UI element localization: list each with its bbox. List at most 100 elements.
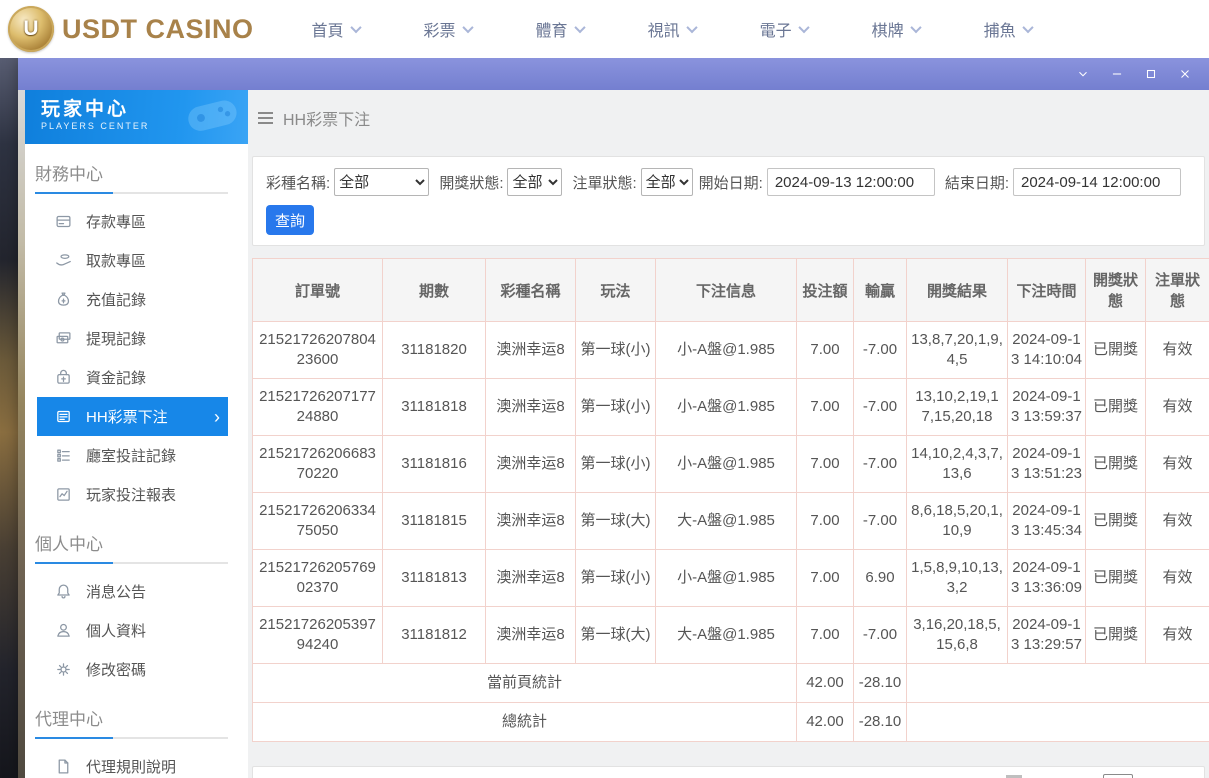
sidebar-item-document[interactable]: 代理規則說明 xyxy=(37,747,228,778)
lottery-name-select[interactable]: 全部 xyxy=(334,168,429,196)
funds-icon xyxy=(55,369,72,386)
gamepad-decoration-icon xyxy=(180,90,244,140)
summary-cell: -28.10 xyxy=(854,703,907,742)
sidebar-item-funds[interactable]: 資金記錄 xyxy=(37,358,228,397)
window-collapse-button[interactable] xyxy=(1075,66,1091,82)
table-cell: 13,8,7,20,1,9,4,5 xyxy=(907,322,1008,379)
table-cell: 第一球(小) xyxy=(576,322,656,379)
table-cell: 小-A盤@1.985 xyxy=(656,322,797,379)
sidebar-section-heading: 個人中心 xyxy=(35,530,228,555)
table-cell: 小-A盤@1.985 xyxy=(656,550,797,607)
table-cell: 小-A盤@1.985 xyxy=(656,436,797,493)
window-titlebar xyxy=(18,58,1209,90)
page-jump-input[interactable] xyxy=(1103,774,1133,778)
table-cell: 3,16,20,18,5,15,6,8 xyxy=(907,607,1008,664)
table-row: 215217262071772488031181818澳洲幸运8第一球(小)小-… xyxy=(253,379,1209,436)
search-button[interactable]: 查詢 xyxy=(266,205,314,235)
table-cell: 2152172620717724880 xyxy=(253,379,383,436)
table-cell: 31181812 xyxy=(383,607,486,664)
table-row: 215217262078042360031181820澳洲幸运8第一球(小)小-… xyxy=(253,322,1209,379)
sidebar-header: 玩家中心 PLAYERS CENTER xyxy=(25,90,248,144)
table-cell: 7.00 xyxy=(797,379,854,436)
window-close-button[interactable] xyxy=(1177,66,1193,82)
table-cell: 第一球(小) xyxy=(576,550,656,607)
table-cell: 2024-09-13 13:51:23 xyxy=(1008,436,1086,493)
summary-cell: 42.00 xyxy=(797,703,854,742)
table-cell: 澳洲幸运8 xyxy=(486,436,576,493)
sidebar-item-label: 消息公告 xyxy=(86,581,146,602)
nav-item[interactable]: 視訊 xyxy=(648,17,696,41)
nav-item[interactable]: 捕魚 xyxy=(984,17,1032,41)
table-cell: 已開獎 xyxy=(1086,493,1146,550)
sidebar-item-gear[interactable]: 修改密碼 xyxy=(37,650,228,689)
sidebar-item-bell[interactable]: 消息公告 xyxy=(37,572,228,611)
jump-label-before: 第 xyxy=(1081,775,1096,778)
sidebar-item-user[interactable]: 個人資料 xyxy=(37,611,228,650)
order-status-select[interactable]: 全部 xyxy=(641,168,693,196)
nav-item-label: 電子 xyxy=(760,17,792,41)
table-body: 215217262078042360031181820澳洲幸运8第一球(小)小-… xyxy=(253,322,1209,742)
table-cell: 2152172620780423600 xyxy=(253,322,383,379)
nav-item[interactable]: 彩票 xyxy=(424,17,472,41)
site-top-nav: U USDT CASINO 首頁 彩票 體育 視訊 電子 棋牌 捕魚 xyxy=(0,0,1209,58)
table-row: 215217262053979424031181812澳洲幸运8第一球(大)大-… xyxy=(253,607,1209,664)
table-cell: 1,5,8,9,10,13,3,2 xyxy=(907,550,1008,607)
nav-item[interactable]: 首頁 xyxy=(312,17,360,41)
table-cell: 2152172620633475050 xyxy=(253,493,383,550)
jump-link[interactable]: 跳转 xyxy=(1162,775,1192,778)
sidebar-item-banknotes[interactable]: 提現記錄 xyxy=(37,319,228,358)
column-header: 輸贏 xyxy=(854,259,907,322)
minimize-icon xyxy=(1110,67,1124,81)
chevron-down-icon xyxy=(574,22,585,33)
sidebar-item-report-chart[interactable]: 玩家投注報表 xyxy=(37,475,228,514)
chevron-down-icon xyxy=(350,22,361,33)
summary-row: 當前頁統計42.00-28.10 xyxy=(253,664,1209,703)
first-page-link[interactable]: 首页 xyxy=(917,775,947,778)
logo-letter: U xyxy=(23,17,38,41)
hamburger-icon[interactable] xyxy=(258,112,273,124)
nav-item[interactable]: 體育 xyxy=(536,17,584,41)
draw-status-select[interactable]: 全部 xyxy=(507,168,562,196)
window-minimize-button[interactable] xyxy=(1109,66,1125,82)
sidebar-section-heading: 代理中心 xyxy=(35,705,228,730)
sidebar-item-deposit-card[interactable]: 存款專區 xyxy=(37,202,228,241)
sidebar-item-label: 廳室投註記錄 xyxy=(86,445,176,466)
pager: 共6条 首页 上一页 1 下一页 第 页 跳转 xyxy=(871,774,1192,778)
table-cell: 7.00 xyxy=(797,436,854,493)
table-cell: 已開獎 xyxy=(1086,550,1146,607)
column-header: 投注額 xyxy=(797,259,854,322)
page-title: HH彩票下注 xyxy=(283,106,370,130)
table-cell: 2024-09-13 13:45:34 xyxy=(1008,493,1086,550)
table-cell: 有效 xyxy=(1146,436,1209,493)
start-date-input[interactable] xyxy=(767,168,935,196)
sidebar-item-hall-list[interactable]: 廳室投註記錄 xyxy=(37,436,228,475)
end-date-input[interactable] xyxy=(1013,168,1181,196)
prev-page-link[interactable]: 上一页 xyxy=(954,775,999,778)
table-cell: 13,10,2,19,17,15,20,18 xyxy=(907,379,1008,436)
sidebar-item-money-bag[interactable]: 充值記錄 xyxy=(37,280,228,319)
lottery-card-icon xyxy=(55,408,72,425)
section-divider xyxy=(35,562,228,564)
end-date-label: 結束日期: xyxy=(945,172,1009,193)
window-body: 玩家中心 PLAYERS CENTER 財務中心存款專區取款專區充值記錄提現記錄… xyxy=(18,90,1209,778)
nav-item[interactable]: 棋牌 xyxy=(872,17,920,41)
brand[interactable]: U USDT CASINO xyxy=(0,6,254,52)
sidebar-item-lottery-card[interactable]: HH彩票下注› xyxy=(37,397,228,436)
nav-item-label: 捕魚 xyxy=(984,17,1016,41)
summary-cell: -28.10 xyxy=(854,664,907,703)
chevron-down-icon xyxy=(1022,22,1033,33)
table-cell: 6.90 xyxy=(854,550,907,607)
close-icon xyxy=(1178,67,1192,81)
table-cell: -7.00 xyxy=(854,436,907,493)
sidebar-item-withdraw-hand[interactable]: 取款專區 xyxy=(37,241,228,280)
chevron-down-icon xyxy=(1076,67,1090,81)
sidebar-left-strip xyxy=(18,90,25,778)
nav-item[interactable]: 電子 xyxy=(760,17,808,41)
next-page-link[interactable]: 下一页 xyxy=(1029,775,1074,778)
total-count: 共6条 xyxy=(871,775,909,778)
table-cell: -7.00 xyxy=(854,322,907,379)
window-maximize-button[interactable] xyxy=(1143,66,1159,82)
section-divider xyxy=(35,192,228,194)
sidebar-item-label: 代理規則說明 xyxy=(86,756,176,777)
user-icon xyxy=(55,622,72,639)
